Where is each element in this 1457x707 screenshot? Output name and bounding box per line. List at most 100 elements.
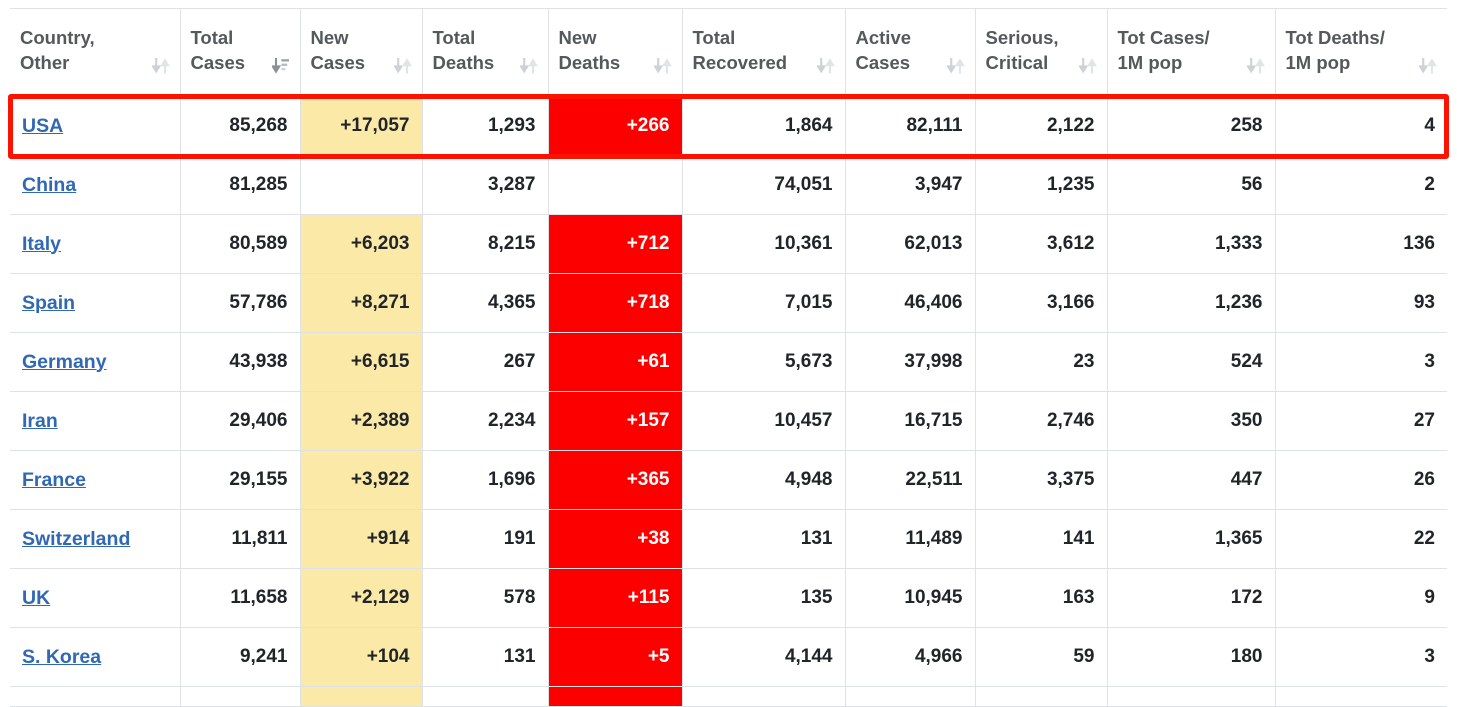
- column-header-line2: 1M pop: [1285, 51, 1351, 73]
- column-header-line2: 1M pop: [1117, 51, 1183, 73]
- cell-tot-cases-1m: 350: [1106, 391, 1276, 451]
- cell-tot-cases-1m: 258: [1106, 96, 1276, 156]
- cell-serious-critical: 141: [974, 509, 1108, 569]
- cell-total-recovered: 74,051: [681, 155, 846, 215]
- country-cell: Spain: [10, 273, 181, 333]
- cell-new-deaths: +266: [547, 96, 683, 156]
- country-link-uk[interactable]: UK: [22, 587, 50, 609]
- sort-both-icon: [519, 56, 538, 76]
- cell-tot-deaths-1m: 3: [1274, 332, 1447, 392]
- cell-total-cases: 11,658: [179, 568, 301, 628]
- country-link-germany[interactable]: Germany: [22, 351, 107, 373]
- cell-serious-critical: 59: [974, 627, 1108, 687]
- cell-total-cases: 81,285: [179, 155, 301, 215]
- cell-serious-critical: 3,612: [974, 214, 1108, 274]
- cell-total-recovered: 131: [681, 509, 846, 569]
- country-link-iran[interactable]: Iran: [22, 410, 58, 432]
- sort-both-icon: [1246, 56, 1265, 76]
- country-link-italy[interactable]: Italy: [22, 233, 61, 255]
- table-row[interactable]: France 29,155 +3,922 1,696 +365 4,948 22,511 3,…: [10, 450, 1447, 510]
- table-row[interactable]: Iran 29,406 +2,389 2,234 +157 10,457 16,715 2,7…: [10, 391, 1447, 451]
- cell-active-cases: 3,947: [844, 155, 976, 215]
- column-header-line1: New: [558, 27, 597, 49]
- cell-active-cases: 4,966: [844, 627, 976, 687]
- column-header-serious-critical[interactable]: Serious, Critical: [974, 8, 1108, 97]
- table-row[interactable]: Switzerland 11,811 +914 191 +38 131 11,489 141 1…: [10, 509, 1447, 569]
- country-link-usa[interactable]: USA: [22, 115, 63, 137]
- column-header-country-other[interactable]: Country, Other: [10, 8, 181, 97]
- cell-total-recovered: 10,457: [681, 391, 846, 451]
- column-header-line1: Tot Cases/: [1117, 27, 1210, 49]
- column-header-line1: Country,: [20, 27, 95, 49]
- cell-new-deaths: +38: [547, 509, 683, 569]
- table-row[interactable]: S. Korea 9,241 +104 131 +5 4,144 4,966 59 180 3: [10, 627, 1447, 687]
- cell-serious-critical: 23: [974, 332, 1108, 392]
- cell-new-deaths: +61: [547, 332, 683, 392]
- cell-total-recovered: 4,948: [681, 450, 846, 510]
- cell-total-cases: 9,241: [179, 627, 301, 687]
- column-header-line2: Other: [20, 51, 70, 73]
- column-header-line1: Total: [692, 27, 736, 49]
- cell-new-deaths: +365: [547, 450, 683, 510]
- cell-new-cases: +914: [299, 509, 423, 569]
- column-header-active-cases[interactable]: Active Cases: [844, 8, 976, 97]
- cell-total-cases: 29,406: [179, 391, 301, 451]
- table-row[interactable]: Italy 80,589 +6,203 8,215 +712 10,361 62,013 3,…: [10, 214, 1447, 274]
- cell-new-deaths: +115: [547, 568, 683, 628]
- cell-total-deaths: 578: [421, 568, 549, 628]
- country-cell: S. Korea: [10, 627, 181, 687]
- table-row[interactable]: Spain 57,786 +8,271 4,365 +718 7,015 46,406 3,1…: [10, 273, 1447, 333]
- country-cell: Switzerland: [10, 509, 181, 569]
- country-cell: UK: [10, 568, 181, 628]
- sort-both-icon: [151, 56, 170, 76]
- column-header-line2: Critical: [985, 51, 1049, 73]
- column-header-line2: Recovered: [692, 51, 788, 73]
- column-header-line2: Cases: [310, 51, 366, 73]
- column-header-total-cases[interactable]: Total Cases: [179, 8, 301, 97]
- cell-total-cases: 29,155: [179, 450, 301, 510]
- country-link-spain[interactable]: Spain: [22, 292, 75, 314]
- cell-tot-cases-1m: 447: [1106, 450, 1276, 510]
- table-row[interactable]: Germany 43,938 +6,615 267 +61 5,673 37,998 23 52…: [10, 332, 1447, 392]
- cell-tot-cases-1m: 180: [1106, 627, 1276, 687]
- column-header-new-deaths[interactable]: New Deaths: [547, 8, 683, 97]
- cell-serious-critical: 1,235: [974, 155, 1108, 215]
- cell-new-deaths: [547, 686, 683, 707]
- cell-active-cases: 62,013: [844, 214, 976, 274]
- cell-new-deaths: +718: [547, 273, 683, 333]
- column-header-tot-deaths-1m-pop[interactable]: Tot Deaths/1M pop: [1274, 8, 1447, 97]
- cell-tot-cases-1m: [1106, 686, 1276, 707]
- table-row-partial[interactable]: [10, 686, 1447, 707]
- cell-tot-deaths-1m: 93: [1274, 273, 1447, 333]
- sort-both-icon: [1419, 56, 1437, 76]
- cell-tot-deaths-1m: 2: [1274, 155, 1447, 215]
- cell-active-cases: 10,945: [844, 568, 976, 628]
- cell-active-cases: 82,111: [844, 96, 976, 156]
- cell-new-deaths: +5: [547, 627, 683, 687]
- country-link-switzerland[interactable]: Switzerland: [22, 528, 130, 550]
- cell-new-cases: +3,922: [299, 450, 423, 510]
- cell-total-recovered: 5,673: [681, 332, 846, 392]
- cell-total-deaths: 267: [421, 332, 549, 392]
- cell-active-cases: 11,489: [844, 509, 976, 569]
- country-cell: Italy: [10, 214, 181, 274]
- table-row[interactable]: USA 85,268 +17,057 1,293 +266 1,864 82,111 2,12…: [10, 96, 1447, 156]
- cell-total-deaths: [421, 686, 549, 707]
- column-header-tot-cases-1m-pop[interactable]: Tot Cases/1M pop: [1106, 8, 1276, 97]
- country-link-france[interactable]: France: [22, 469, 86, 491]
- column-header-total-deaths[interactable]: Total Deaths: [421, 8, 549, 97]
- table-row[interactable]: UK 11,658 +2,129 578 +115 135 10,945 163 172 9: [10, 568, 1447, 628]
- cell-active-cases: 22,511: [844, 450, 976, 510]
- column-header-new-cases[interactable]: New Cases: [299, 8, 423, 97]
- table-row[interactable]: China 81,285 3,287 74,051 3,947 1,235 56 2: [10, 155, 1447, 215]
- table-header-row: Country, Other Total Cases New Cases Total Deat…: [10, 8, 1447, 97]
- country-link-s-korea[interactable]: S. Korea: [22, 646, 101, 668]
- cell-total-recovered: 7,015: [681, 273, 846, 333]
- cell-total-recovered: 135: [681, 568, 846, 628]
- cell-tot-cases-1m: 1,333: [1106, 214, 1276, 274]
- column-header-line2: Cases: [855, 51, 911, 73]
- cell-tot-deaths-1m: 22: [1274, 509, 1447, 569]
- column-header-total-recovered[interactable]: Total Recovered: [681, 8, 846, 97]
- country-link-china[interactable]: China: [22, 174, 76, 196]
- cell-new-cases: +2,129: [299, 568, 423, 628]
